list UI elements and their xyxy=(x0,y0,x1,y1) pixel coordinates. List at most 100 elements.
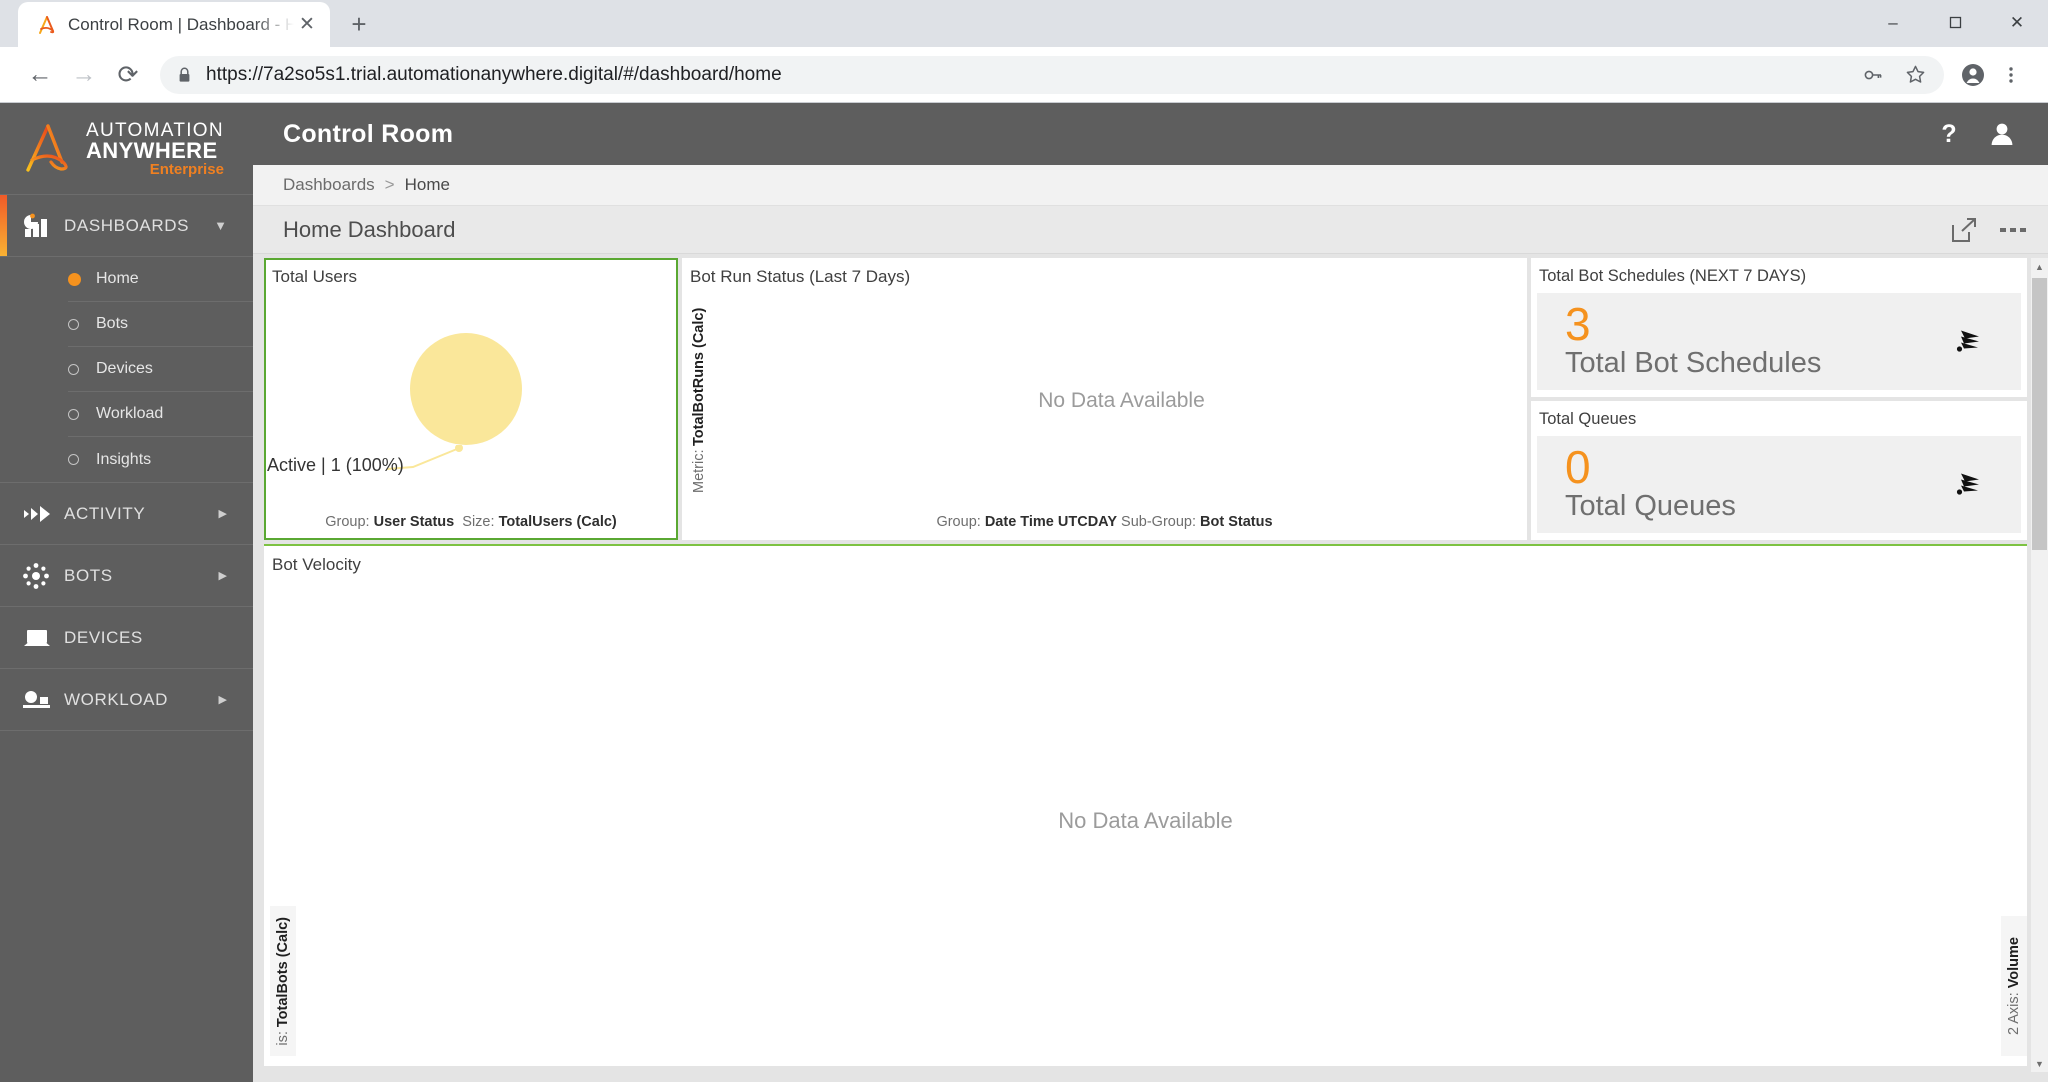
kpi-value: 0 xyxy=(1565,440,1591,493)
widget-footer: Group: User Status Size: TotalUsers (Cal… xyxy=(264,514,678,540)
svg-text:?: ? xyxy=(1941,121,1956,147)
window-close-icon[interactable]: ✕ xyxy=(1986,0,2048,45)
footer-subgroup-value: Bot Status xyxy=(1200,514,1273,530)
empty-state-message: No Data Available xyxy=(1038,388,1205,412)
dashboards-submenu: Home Bots Devices Workload Insights xyxy=(0,257,253,483)
more-options-icon[interactable] xyxy=(2000,225,2026,235)
logo-wordmark: AUTOMATION ANYWHERE Enterprise xyxy=(86,121,224,177)
close-icon[interactable]: ✕ xyxy=(294,12,320,38)
new-tab-button[interactable]: + xyxy=(340,5,378,43)
sidebar-subitem-label: Bots xyxy=(96,315,129,332)
forward-button[interactable]: → xyxy=(62,53,106,97)
dashboard-scrollbar[interactable]: ▲ ▼ xyxy=(2031,258,2048,1072)
browser-tab[interactable]: Control Room | Dashboard - Hom ✕ xyxy=(18,2,330,47)
scrollbar-thumb[interactable] xyxy=(2032,278,2047,550)
dashboard-canvas: Total Users Active | 1 (100%) Group: Use… xyxy=(253,254,2048,1072)
back-button[interactable]: ← xyxy=(18,53,62,97)
axis-prefix: Metric: xyxy=(691,449,707,494)
page-title: Control Room xyxy=(283,119,454,148)
main-content: Control Room ? Dashboards > Home Home Da… xyxy=(253,103,2048,1082)
sidebar-item-dashboards[interactable]: DASHBOARDS ▼ xyxy=(0,195,253,257)
y-axis-label-left: is: TotalBots (Calc) xyxy=(270,906,296,1056)
axis-value: TotalBotRuns (Calc) xyxy=(691,307,707,446)
maximize-icon[interactable] xyxy=(1924,0,1986,45)
app-shell: AUTOMATION ANYWHERE Enterprise DASHBOARD… xyxy=(0,103,2048,1082)
devices-laptop-icon xyxy=(22,627,64,649)
widget-footer: Group: Date Time UTCDAY Sub-Group: Bot S… xyxy=(682,514,1527,540)
sidebar-subitem-label: Workload xyxy=(96,405,164,422)
y-axis-label-right: 2 Axis: Volume xyxy=(2001,916,2027,1056)
breadcrumb-separator: > xyxy=(384,175,395,194)
footer-size-value: TotalUsers (Calc) xyxy=(498,514,617,530)
browser-tab-title: Control Room | Dashboard - Hom xyxy=(68,14,294,34)
footer-group-value: Date Time UTC xyxy=(984,514,1088,530)
help-question-icon[interactable]: ? xyxy=(1938,121,1960,147)
y-axis-label: Metric: TotalBotRuns (Calc) xyxy=(682,287,716,514)
footer-group-label: Group: xyxy=(936,514,981,530)
chevron-down-icon[interactable]: ▼ xyxy=(214,218,227,233)
widget-total-users[interactable]: Total Users Active | 1 (100%) Group: Use… xyxy=(264,258,678,540)
widget-title: Total Bot Schedules (NEXT 7 DAYS) xyxy=(1539,267,1807,285)
widget-total-bot-schedules[interactable]: Total Bot Schedules (NEXT 7 DAYS) 3 Tota… xyxy=(1531,258,2027,397)
user-profile-icon[interactable] xyxy=(1990,121,2014,147)
pie-slice-active[interactable] xyxy=(410,333,522,445)
password-key-icon[interactable] xyxy=(1854,56,1892,94)
footer-size-label: Size: xyxy=(462,514,495,530)
widget-title: Bot Run Status (Last 7 Days) xyxy=(690,267,911,286)
bullet-dot-icon xyxy=(68,318,96,330)
sidebar-item-label: WORKLOAD xyxy=(64,689,168,709)
sidebar-subitem-home[interactable]: Home xyxy=(68,257,253,302)
selected-dot-icon xyxy=(68,272,96,286)
lock-icon xyxy=(176,67,192,83)
scroll-down-icon[interactable]: ▼ xyxy=(2031,1055,2048,1072)
axis-value: TotalBots (Calc) xyxy=(275,916,291,1027)
bot-schedules-icon xyxy=(1955,324,1985,359)
address-bar[interactable]: https://7a2so5s1.trial.automationanywher… xyxy=(160,55,1944,94)
dashboard-row-bottom: Bot Velocity No Data Available is: Total… xyxy=(253,540,2048,1072)
sidebar-item-label: ACTIVITY xyxy=(64,503,146,523)
browser-toolbar: ← → ⟳ https://7a2so5s1.trial.automationa… xyxy=(0,47,2048,103)
open-external-icon[interactable] xyxy=(1950,216,1978,244)
logo-line-2: ANYWHERE xyxy=(86,137,218,163)
widget-total-queues[interactable]: Total Queues 0 Total Queues xyxy=(1531,401,2027,540)
chevron-right-icon[interactable]: ▶ xyxy=(219,569,227,582)
profile-avatar-icon[interactable] xyxy=(1954,56,1992,94)
scroll-up-icon[interactable]: ▲ xyxy=(2031,258,2048,275)
widget-bot-run-status[interactable]: Bot Run Status (Last 7 Days) Metric: Tot… xyxy=(682,258,1527,540)
chevron-right-icon[interactable]: ▶ xyxy=(219,507,227,520)
sidebar-subitem-devices[interactable]: Devices xyxy=(68,347,253,392)
pie-chart[interactable]: Active | 1 (100%) xyxy=(264,287,678,514)
sidebar-item-activity[interactable]: ACTIVITY ▶ xyxy=(0,483,253,545)
widget-title: Bot Velocity xyxy=(272,555,361,574)
kpi-caption: Total Bot Schedules xyxy=(1565,347,1822,380)
sidebar-item-bots[interactable]: BOTS ▶ xyxy=(0,545,253,607)
bots-dots-icon xyxy=(22,562,64,590)
chrome-menu-icon[interactable] xyxy=(1992,56,2030,94)
sidebar-item-devices[interactable]: DEVICES xyxy=(0,607,253,669)
sidebar-subitem-insights[interactable]: Insights xyxy=(68,437,253,482)
sidebar: AUTOMATION ANYWHERE Enterprise DASHBOARD… xyxy=(0,103,253,1082)
status-bar xyxy=(253,1072,2048,1082)
logo-line-3: Enterprise xyxy=(149,160,224,178)
bookmark-star-icon[interactable] xyxy=(1896,56,1934,94)
sidebar-subitem-workload[interactable]: Workload xyxy=(68,392,253,437)
sidebar-item-workload[interactable]: WORKLOAD ▶ xyxy=(0,669,253,731)
widget-title: Total Queues xyxy=(1539,410,1637,428)
sidebar-item-label: DASHBOARDS xyxy=(64,215,190,235)
minimize-icon[interactable]: – xyxy=(1862,0,1924,45)
sidebar-item-label: DEVICES xyxy=(64,627,143,647)
bullet-dot-icon xyxy=(68,408,96,420)
widget-body: Active | 1 (100%) xyxy=(264,287,678,514)
logo-line-1: AUTOMATION xyxy=(86,119,224,141)
widget-title: Total Users xyxy=(272,267,358,286)
omnibox-actions xyxy=(1854,56,1934,94)
breadcrumb: Dashboards > Home xyxy=(253,165,2048,206)
chevron-right-icon[interactable]: ▶ xyxy=(219,693,227,706)
widget-body: Metric: TotalBotRuns (Calc) No Data Avai… xyxy=(682,287,1527,514)
breadcrumb-current: Home xyxy=(404,175,450,194)
sidebar-subitem-bots[interactable]: Bots xyxy=(68,302,253,347)
reload-button[interactable]: ⟳ xyxy=(106,53,150,97)
breadcrumb-root[interactable]: Dashboards xyxy=(283,175,375,195)
window-controls: – ✕ xyxy=(1862,0,2048,45)
widget-bot-velocity[interactable]: Bot Velocity No Data Available is: Total… xyxy=(264,544,2027,1066)
